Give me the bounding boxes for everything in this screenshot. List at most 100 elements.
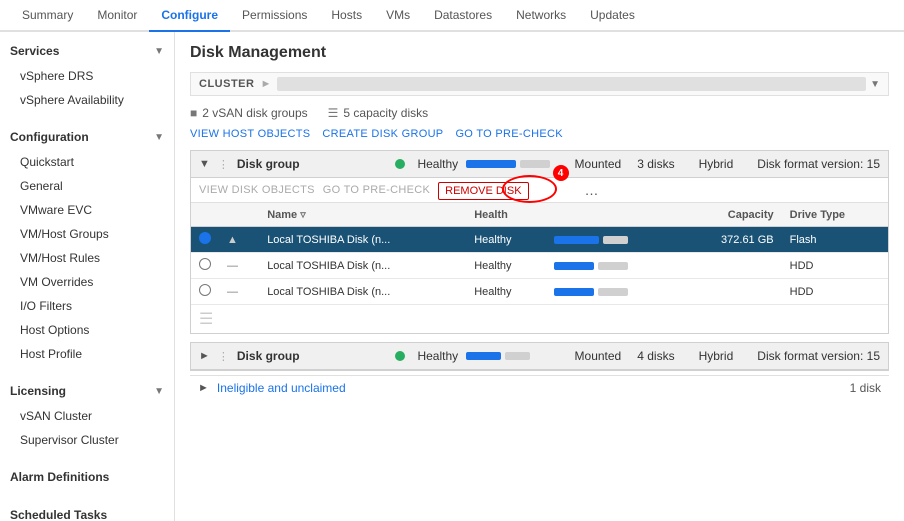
sidebar-item-vsphere-availability[interactable]: vSphere Availability	[0, 88, 174, 112]
sort-icon[interactable]: ▿	[300, 209, 306, 221]
disk-group-2: ► ⋮ Disk group Healthy Mounted 4 disks H…	[190, 342, 889, 371]
drag-handle-icon: ⋮	[218, 158, 229, 171]
disk-group-1-label: Disk group	[237, 157, 388, 171]
table-header-row: Name ▿ Health Capacity Drive Type	[191, 203, 888, 227]
table-row[interactable]: — Local TOSHIBA Disk (n... Healthy HDD	[191, 279, 888, 305]
tab-hosts[interactable]: Hosts	[319, 0, 374, 30]
table-row[interactable]: ▲ Local TOSHIBA Disk (n... Healthy 372.6…	[191, 227, 888, 253]
sidebar-item-supervisor-cluster[interactable]: Supervisor Cluster	[0, 428, 174, 452]
sidebar-item-io-filters[interactable]: I/O Filters	[0, 294, 174, 318]
radio-unselected-icon	[199, 284, 211, 296]
breadcrumb: CLUSTER ► ▼	[190, 72, 889, 96]
capacity-bar-1	[554, 236, 672, 244]
sidebar-section-scheduled: Scheduled Tasks	[0, 496, 174, 521]
disk-group-1: ▼ ⋮ Disk group Healthy Mounted 3 disks H…	[190, 150, 889, 334]
cap-bar-filled-icon	[554, 262, 594, 270]
more-options-button[interactable]: …	[585, 182, 599, 198]
drag-handle-icon: ⋮	[218, 350, 229, 363]
tab-vms[interactable]: VMs	[374, 0, 422, 30]
row-radio-3[interactable]	[191, 279, 219, 305]
sidebar-item-host-profile[interactable]: Host Profile	[0, 342, 174, 366]
sidebar-alarm-label: Alarm Definitions	[10, 470, 109, 484]
ineligible-count: 1 disk	[850, 381, 881, 395]
chevron-down-icon: ▼	[154, 132, 164, 143]
sidebar-item-quickstart[interactable]: Quickstart	[0, 150, 174, 174]
usage-bar-2	[466, 352, 566, 360]
progress-empty-icon	[505, 352, 530, 360]
ineligible-label[interactable]: Ineligible and unclaimed	[217, 381, 842, 395]
create-disk-group-link[interactable]: CREATE DISK GROUP	[322, 128, 443, 140]
col-drive-type: Drive Type	[782, 203, 888, 227]
drag-handle-icon: ☰	[199, 311, 213, 328]
chevron-right-icon[interactable]: ►	[198, 382, 209, 394]
disk-group-2-label: Disk group	[237, 349, 388, 363]
radio-unselected-icon	[199, 258, 211, 270]
col-health: Health	[466, 203, 545, 227]
sidebar-item-vm-overrides[interactable]: VM Overrides	[0, 270, 174, 294]
sidebar-item-host-options[interactable]: Host Options	[0, 318, 174, 342]
sidebar-item-vmware-evc[interactable]: VMware EVC	[0, 198, 174, 222]
disk-type-icon-3: —	[219, 279, 259, 305]
col-bar	[546, 203, 680, 227]
action-links: VIEW HOST OBJECTS CREATE DISK GROUP GO T…	[190, 128, 889, 140]
sub-action-bar-1: VIEW DISK OBJECTS GO TO PRE-CHECK REMOVE…	[191, 178, 888, 203]
usage-bar-1	[466, 160, 566, 168]
tab-permissions[interactable]: Permissions	[230, 0, 319, 30]
sidebar-section-services-header[interactable]: Services ▼	[0, 38, 174, 64]
disk-groups-summary: ■ 2 vSAN disk groups	[190, 106, 308, 120]
disks-count-2: 4 disks	[637, 349, 674, 363]
sidebar-item-general[interactable]: General	[0, 174, 174, 198]
healthy-status-icon	[395, 159, 405, 169]
sidebar-item-vsphere-drs[interactable]: vSphere DRS	[0, 64, 174, 88]
healthy-status-icon	[395, 351, 405, 361]
radio-selected-icon	[199, 232, 211, 244]
sidebar-item-vmhost-groups[interactable]: VM/Host Groups	[0, 222, 174, 246]
progress-empty-icon	[520, 160, 550, 168]
disk-capacity-3	[680, 279, 782, 305]
sidebar-section-alarm-header[interactable]: Alarm Definitions	[0, 464, 174, 490]
tab-datastores[interactable]: Datastores	[422, 0, 504, 30]
remove-disk-button[interactable]: REMOVE DISK	[438, 182, 528, 200]
row-radio-2[interactable]	[191, 253, 219, 279]
chevron-down-icon[interactable]: ▼	[199, 158, 210, 170]
disk-group-2-header: ► ⋮ Disk group Healthy Mounted 4 disks H…	[191, 343, 888, 370]
sidebar-section-configuration-header[interactable]: Configuration ▼	[0, 124, 174, 150]
disk-type-1: Hybrid	[699, 157, 734, 171]
sidebar-item-vmhost-rules[interactable]: VM/Host Rules	[0, 246, 174, 270]
view-host-objects-link[interactable]: VIEW HOST OBJECTS	[190, 128, 310, 140]
breadcrumb-value	[277, 77, 866, 91]
flash-disk-icon: ▲	[227, 234, 238, 246]
chevron-right-icon[interactable]: ►	[199, 350, 210, 362]
cap-bar-filled-icon	[554, 288, 594, 296]
cap-bar-empty-icon	[603, 236, 628, 244]
cap-bar-empty-icon	[598, 288, 628, 296]
table-row[interactable]: — Local TOSHIBA Disk (n... Healthy HDD	[191, 253, 888, 279]
col-capacity: Capacity	[680, 203, 782, 227]
disk-table-1: Name ▿ Health Capacity Drive Type	[191, 203, 888, 305]
go-to-pre-check-btn: GO TO PRE-CHECK	[323, 184, 430, 196]
disk-type-2: Hybrid	[699, 349, 734, 363]
sidebar-section-alarm: Alarm Definitions	[0, 458, 174, 496]
go-to-pre-check-link[interactable]: GO TO PRE-CHECK	[455, 128, 562, 140]
disk-name-2: Local TOSHIBA Disk (n...	[259, 253, 466, 279]
chevron-down-icon[interactable]: ▼	[870, 79, 880, 90]
tab-updates[interactable]: Updates	[578, 0, 647, 30]
summary-bar: ■ 2 vSAN disk groups ☰ 5 capacity disks	[190, 106, 889, 120]
disk-health-2: Healthy	[466, 253, 545, 279]
disk-drive-type-3: HDD	[782, 279, 888, 305]
disk-icon: ☰	[328, 106, 339, 120]
disk-drive-type-1: Flash	[782, 227, 888, 253]
tab-monitor[interactable]: Monitor	[85, 0, 149, 30]
tab-networks[interactable]: Networks	[504, 0, 578, 30]
tab-summary[interactable]: Summary	[10, 0, 85, 30]
capacity-bar-2	[554, 262, 672, 270]
sidebar-item-vsan-cluster[interactable]: vSAN Cluster	[0, 404, 174, 428]
disk-groups-count: 2 vSAN disk groups	[202, 106, 307, 120]
sidebar-section-licensing-header[interactable]: Licensing ▼	[0, 378, 174, 404]
sidebar-section-scheduled-header[interactable]: Scheduled Tasks	[0, 502, 174, 521]
row-radio-1[interactable]	[191, 227, 219, 253]
sidebar-configuration-label: Configuration	[10, 130, 89, 144]
tab-configure[interactable]: Configure	[149, 0, 230, 32]
sidebar-scheduled-label: Scheduled Tasks	[10, 508, 107, 521]
col-icon	[219, 203, 259, 227]
